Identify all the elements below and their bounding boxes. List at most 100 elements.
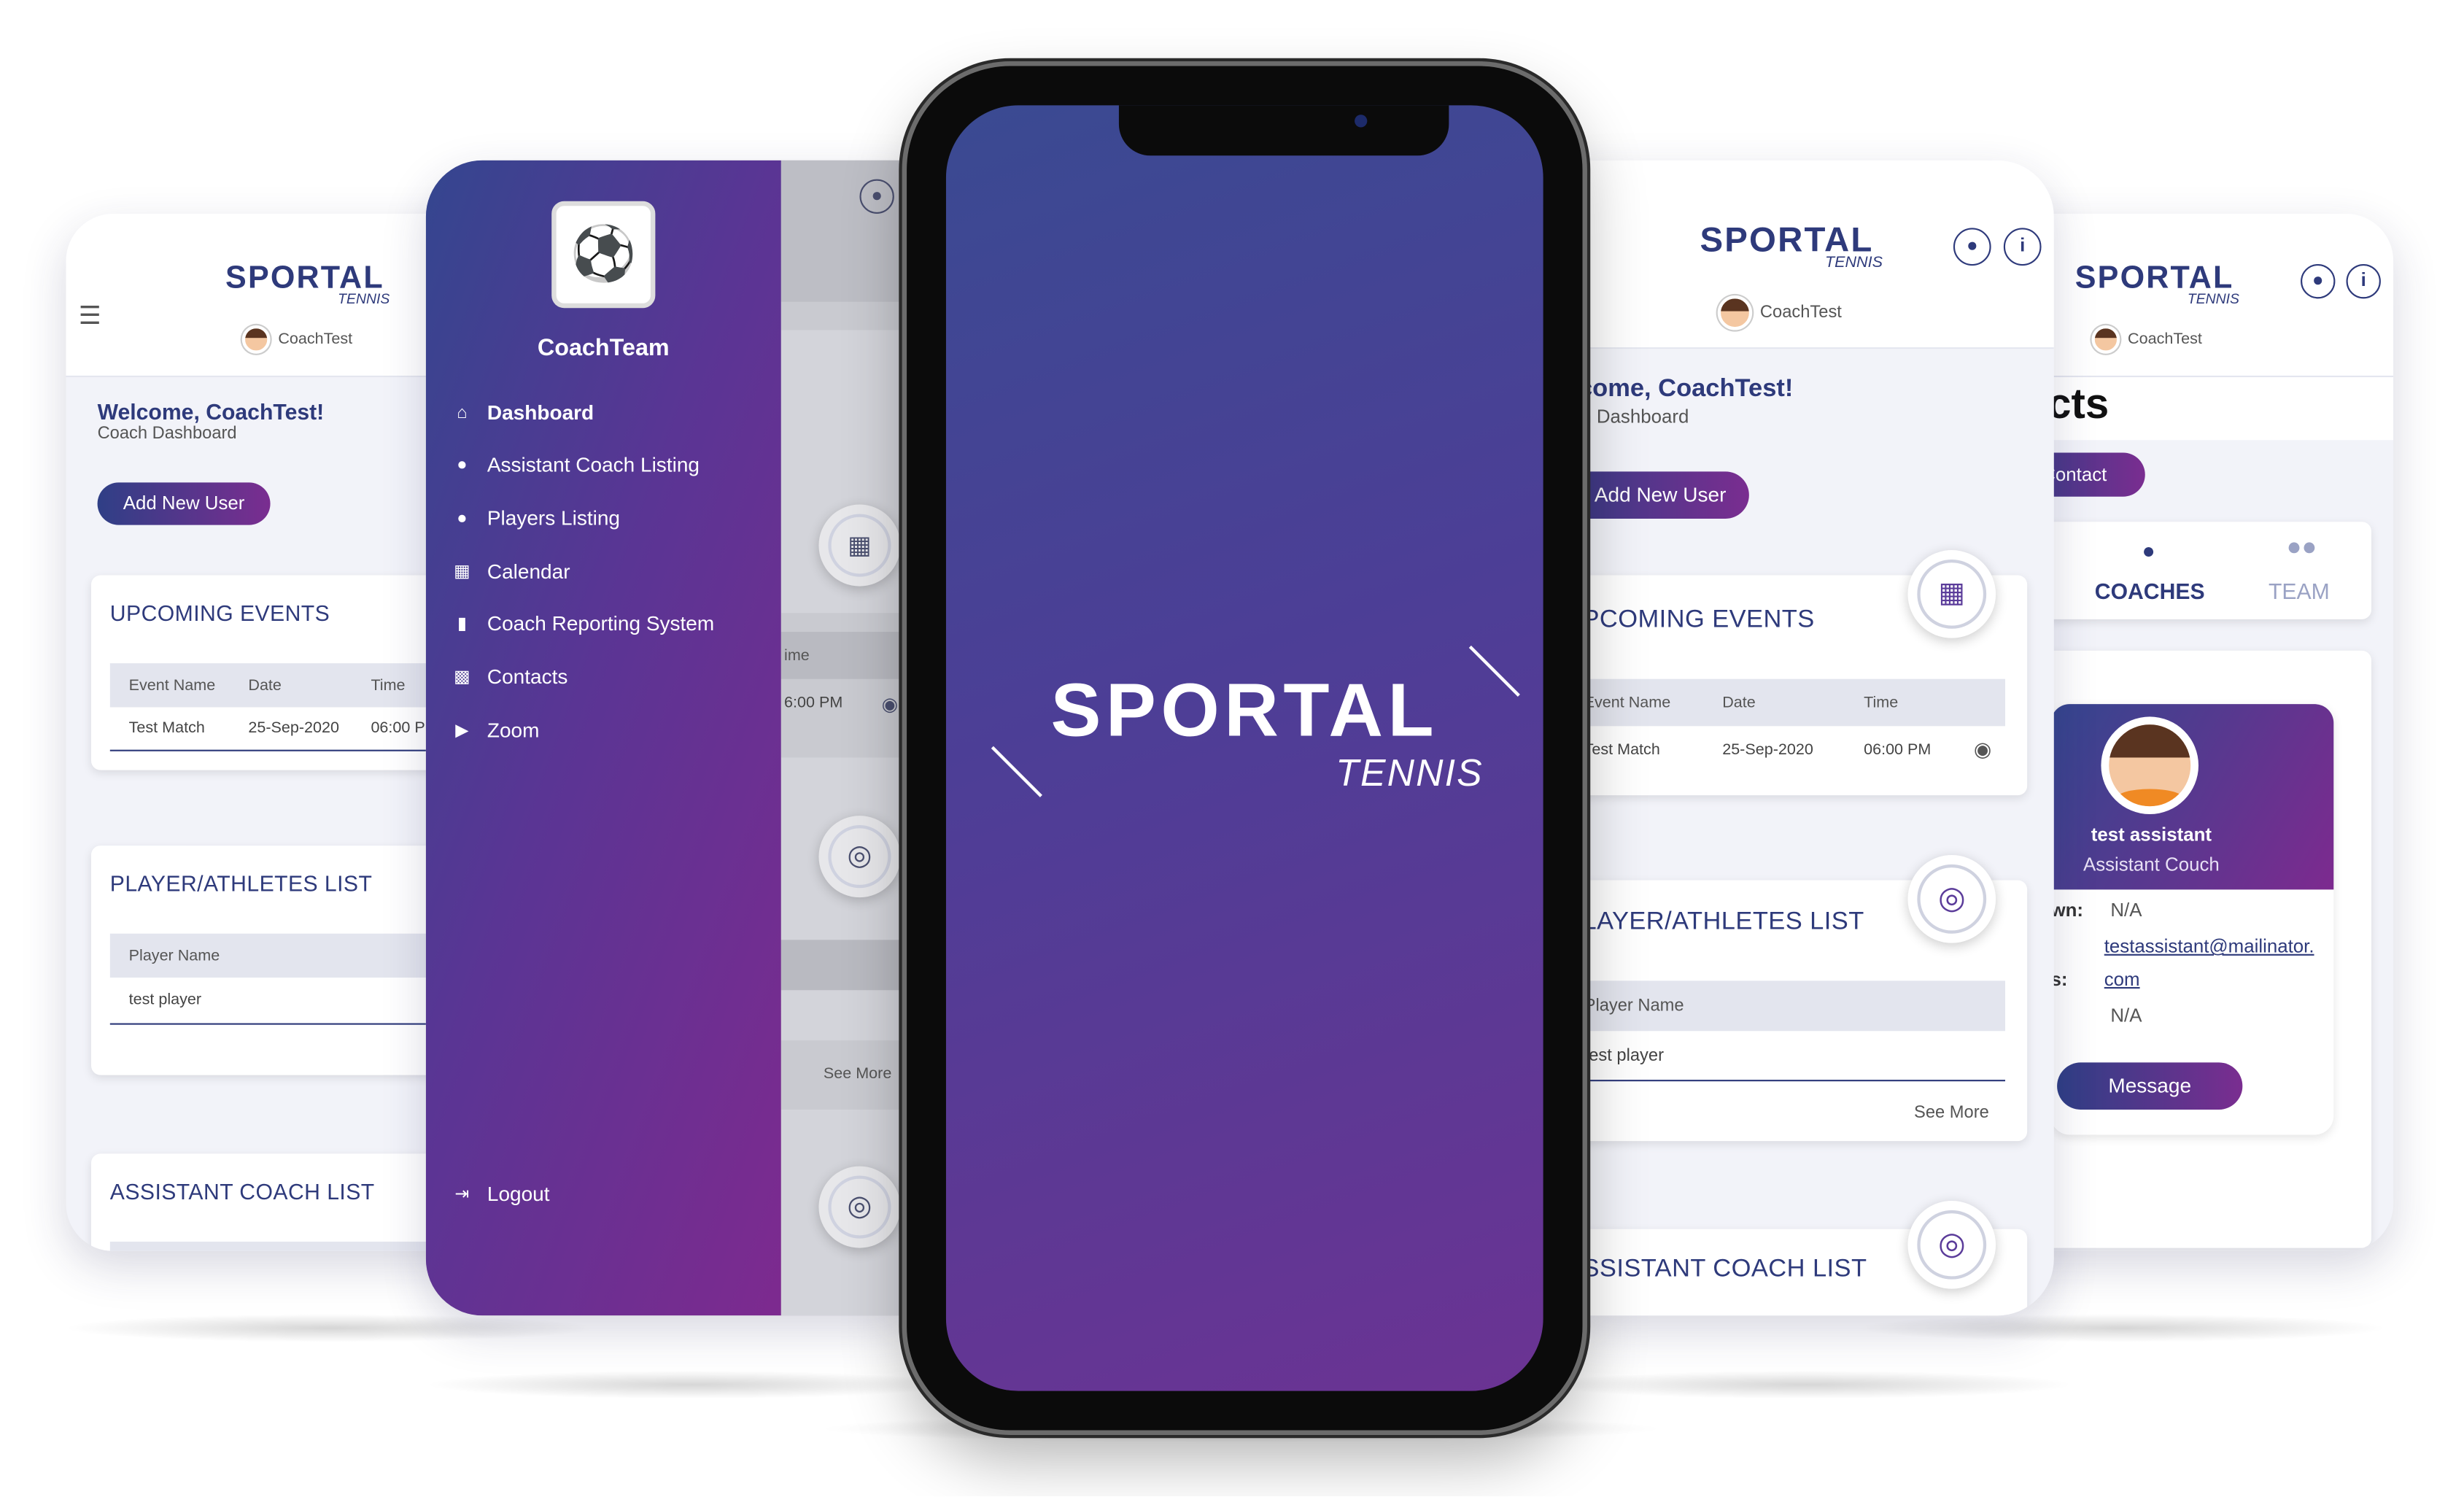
- table-header: Event Name Date Time: [1571, 678, 2006, 727]
- calendar-icon: ▦: [454, 562, 470, 582]
- splash-logo-text: SPORTAL: [1050, 669, 1439, 753]
- field-label: wn:: [2050, 899, 2084, 921]
- clipboard-icon: ▮: [457, 614, 467, 634]
- email-link[interactable]: testassistant@mailinator.: [2104, 935, 2314, 957]
- card-title: PCOMING EVENTS: [1582, 606, 1815, 634]
- column-header: Event Name: [1584, 694, 1671, 711]
- table-row[interactable]: Test Match 25-Sep-2020 06:00 PM ◉: [1571, 726, 2005, 773]
- target-button[interactable]: ◎: [1907, 1200, 1996, 1289]
- user-name: CoachTest: [278, 330, 353, 349]
- menu-label: Assistant Coach Listing: [487, 452, 700, 476]
- column-header: Player Name: [128, 947, 220, 964]
- bell-icon[interactable]: ●: [1953, 228, 1991, 266]
- tab-coaches[interactable]: COACHES: [2079, 579, 2220, 603]
- bell-icon[interactable]: ●: [859, 179, 894, 214]
- field-value: N/A: [2110, 899, 2142, 921]
- message-button[interactable]: Message: [2057, 1062, 2243, 1110]
- menu-label: Coach Reporting System: [487, 611, 715, 635]
- floor-shadow: [424, 1370, 959, 1399]
- field-value: N/A: [2110, 1004, 2142, 1026]
- dimmed-app-bar: [780, 160, 917, 302]
- menu-item-logout[interactable]: ⇥ Logout: [451, 1182, 549, 1205]
- menu-item-assistant-coach-listing[interactable]: ● Assistant Coach Listing: [451, 452, 700, 476]
- page-title: cts: [2047, 380, 2109, 428]
- splash-logo: SPORTAL: [946, 668, 1543, 754]
- menu-item-calendar[interactable]: ▦ Calendar: [451, 560, 570, 583]
- calendar-button-dimmed: ▦: [818, 504, 901, 587]
- menu-item-zoom[interactable]: ▶ Zoom: [451, 719, 539, 742]
- target-button[interactable]: ◎: [1907, 854, 1996, 943]
- user-chip[interactable]: CoachTest: [1717, 295, 1842, 330]
- floor-shadow: [63, 1314, 597, 1342]
- card-title: ASSISTANT COACH LIST: [109, 1178, 375, 1204]
- calendar-button[interactable]: ▦: [1907, 550, 1996, 638]
- splash-screen: SPORTAL TENNIS: [945, 105, 1543, 1391]
- column-header: Date: [248, 676, 282, 695]
- team-icon: ●●: [2286, 534, 2317, 562]
- table-row[interactable]: test player: [1571, 1031, 2006, 1082]
- card-title: LAYER/ATHLETES LIST: [1582, 908, 1864, 935]
- add-new-user-button[interactable]: Add New User: [97, 482, 271, 525]
- column-header: Player Name: [1584, 996, 1684, 1016]
- event-time: 06:00 PM: [1864, 740, 1932, 759]
- table-header: Player Name: [1571, 980, 2006, 1032]
- table-header: [780, 940, 917, 991]
- user-chip[interactable]: CoachTest: [241, 325, 353, 354]
- column-header: Time: [1864, 694, 1899, 711]
- menu-item-coach-reporting-system[interactable]: ▮ Coach Reporting System: [451, 611, 714, 635]
- target-icon: ◎: [1917, 864, 1986, 934]
- event-time: 6:00 PM: [784, 695, 843, 712]
- tab-team[interactable]: TEAM: [2228, 579, 2370, 603]
- card-title: PLAYER/ATHLETES LIST: [109, 870, 373, 897]
- target-button-dimmed: ◎: [818, 816, 901, 898]
- eye-icon[interactable]: ◉: [1974, 726, 1991, 773]
- menu-item-players-listing[interactable]: ● Players Listing: [451, 506, 620, 530]
- menu-label: Contacts: [487, 665, 568, 689]
- column-header: Time: [371, 676, 406, 695]
- bell-icon[interactable]: ●: [2301, 263, 2336, 299]
- team-name: CoachTeam: [537, 334, 670, 362]
- menu-label: Players Listing: [487, 506, 621, 530]
- camera-icon: [1355, 115, 1368, 128]
- app-bar: SPORTAL TENNIS ● i CoachTest: [1571, 160, 2054, 349]
- email-link[interactable]: com: [2104, 968, 2140, 990]
- dashboard-subtitle: ch Dashboard: [1571, 405, 1689, 428]
- event-date: 25-Sep-2020: [248, 719, 339, 738]
- event-date: 25-Sep-2020: [1722, 740, 1813, 759]
- info-icon[interactable]: i: [2346, 263, 2381, 299]
- group-icon: ●: [457, 454, 468, 474]
- dashboard-subtitle: Coach Dashboard: [97, 424, 237, 444]
- home-icon: ⌂: [457, 403, 468, 422]
- menu-item-contacts[interactable]: ▩ Contacts: [451, 665, 567, 688]
- floor-shadow: [1854, 1314, 2389, 1342]
- user-name: CoachTest: [1759, 303, 1842, 322]
- group-icon: ●: [457, 508, 468, 527]
- book-icon: ▩: [454, 668, 470, 687]
- phone-frame: SPORTAL TENNIS: [907, 66, 1583, 1431]
- info-icon[interactable]: i: [2003, 228, 2042, 266]
- navigation-drawer: ⚽ CoachTeam ⌂ Dashboard ● Assistant Coach …: [425, 160, 781, 1316]
- contact-name: test assistant: [2091, 823, 2212, 846]
- coach-icon: ●: [2142, 537, 2155, 563]
- user-name: CoachTest: [2128, 330, 2202, 349]
- team-logo: ⚽: [551, 201, 656, 309]
- logo-text: SPORTAL: [1700, 220, 1874, 260]
- showcase-stage: ☰ SPORTAL TENNIS CoachTest Welcome, Coac…: [0, 0, 2464, 1496]
- hamburger-menu-icon[interactable]: ☰: [79, 300, 104, 331]
- add-new-user-button[interactable]: Add New User: [1571, 471, 1749, 519]
- phone-notch: [1118, 105, 1449, 156]
- calendar-icon: ▦: [1917, 560, 1986, 629]
- menu-item-dashboard[interactable]: ⌂ Dashboard: [451, 401, 594, 424]
- avatar: [241, 325, 271, 354]
- dashboard-screen-right: SPORTAL TENNIS ● i CoachTest lcome, Coac…: [1571, 160, 2054, 1316]
- user-chip[interactable]: CoachTest: [2091, 325, 2202, 354]
- target-icon: ◎: [1917, 1210, 1986, 1280]
- column-header: Date: [1722, 694, 1756, 711]
- logout-icon: ⇥: [454, 1185, 470, 1204]
- menu-label: Dashboard: [487, 401, 594, 425]
- eye-icon[interactable]: ◉: [882, 693, 899, 715]
- see-more-link[interactable]: See More: [824, 1066, 891, 1083]
- column-header: Event Name: [128, 676, 216, 695]
- see-more-link[interactable]: See More: [1914, 1103, 1989, 1122]
- video-icon: ▶: [455, 721, 469, 740]
